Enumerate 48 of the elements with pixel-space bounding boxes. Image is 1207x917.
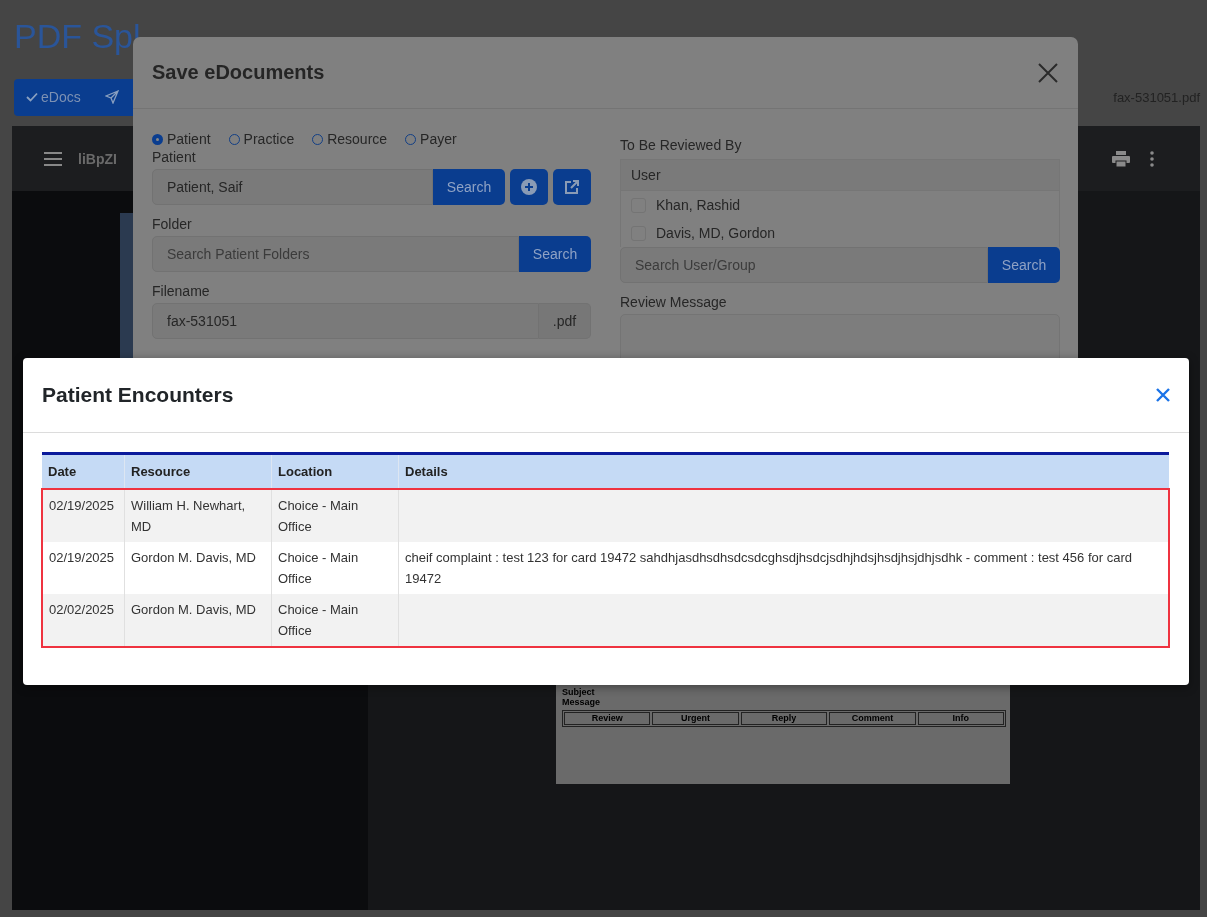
column-header: Details xyxy=(398,453,1169,489)
close-icon xyxy=(1156,388,1170,402)
table-cell: 02/02/2025 xyxy=(42,594,125,647)
radio-option[interactable]: Patient xyxy=(152,131,211,147)
search-button[interactable]: Search xyxy=(519,236,591,272)
encounter-row[interactable]: 02/02/2025 Gordon M. Davis, MD Choice - Main Office xyxy=(42,594,1169,647)
dialog-title: Save eDocuments xyxy=(152,61,325,84)
column-header: User xyxy=(621,160,1059,191)
column-header: Date xyxy=(42,453,125,489)
printer-icon xyxy=(1112,150,1130,167)
close-button[interactable] xyxy=(1036,60,1060,85)
page-label: Message xyxy=(562,697,602,707)
user-search-field[interactable]: Search User/Group xyxy=(620,247,988,283)
dialog-title: Patient Encounters xyxy=(42,383,234,407)
external-link-icon xyxy=(564,179,580,195)
check-icon xyxy=(26,91,38,103)
add-button[interactable] xyxy=(510,169,548,205)
column-header: Resource xyxy=(124,453,272,489)
close-button[interactable] xyxy=(1154,386,1172,404)
menu-icon xyxy=(44,151,62,166)
close-icon xyxy=(1038,62,1058,83)
field-label: Filename xyxy=(152,283,211,299)
field-label: Folder xyxy=(152,216,193,232)
field-label: Patient xyxy=(152,149,197,165)
paper-plane-icon xyxy=(104,90,119,104)
radio-option[interactable]: Resource xyxy=(312,131,388,147)
kebab-icon xyxy=(1150,150,1154,167)
radio-option[interactable]: Practice xyxy=(228,131,295,147)
user-option[interactable]: Khan, Rashid xyxy=(621,191,1059,219)
search-button[interactable]: Search xyxy=(988,247,1060,283)
document-title: liBpZI xyxy=(78,150,117,167)
file-extension: .pdf xyxy=(539,303,591,339)
radio-option[interactable]: Payer xyxy=(405,131,457,147)
page-label: Subject xyxy=(562,687,596,697)
search-button[interactable]: Search xyxy=(433,169,505,205)
table-cell: Gordon M. Davis, MD xyxy=(124,594,272,647)
folder-search-field[interactable]: Search Patient Folders xyxy=(152,236,519,272)
encounter-row[interactable]: 02/19/2025 Gordon M. Davis, MD Choice - Main Office cheif complaint : test 123 for card 19472 sahdhjasdhsdhsdcsdcghsdjhsdcjsdhjhdsjhsdjhsjdhjsdhk - comment : test 456 for card 19472 xyxy=(42,542,1169,594)
plus-circle-icon xyxy=(521,179,537,195)
user-option[interactable]: Davis, MD, Gordon xyxy=(621,219,1059,247)
field-label: To Be Reviewed By xyxy=(620,137,743,153)
field-label: Review Message xyxy=(620,294,728,310)
table-cell: Choice - Main Office xyxy=(271,594,399,647)
filename-field[interactable]: fax-531051 xyxy=(152,303,539,339)
open-external-button[interactable] xyxy=(553,169,591,205)
encounter-row[interactable]: 02/19/2025 William H. Newhart, MD Choice - Main Office xyxy=(42,489,1169,542)
patient-field[interactable]: Patient, Saif xyxy=(152,169,433,205)
column-header: Location xyxy=(271,453,399,489)
